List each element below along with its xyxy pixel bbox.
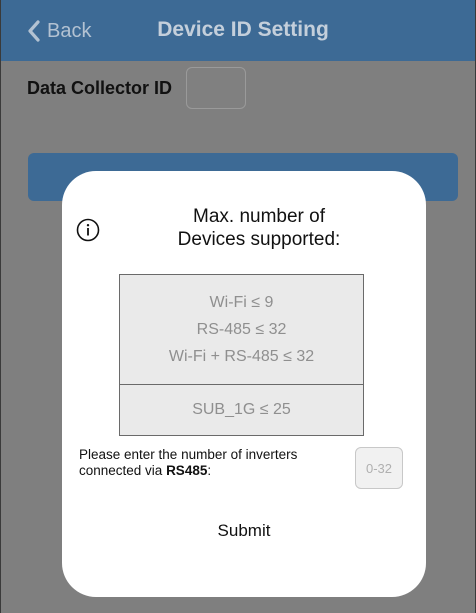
rs485-count-input[interactable]: [355, 447, 403, 489]
submit-button[interactable]: Submit: [162, 517, 326, 545]
rs485-prompt-suffix: :: [207, 463, 212, 478]
dialog-title-line2: Devices supported:: [177, 229, 341, 250]
limits-table: Wi-Fi ≤ 9 RS-485 ≤ 32 Wi-Fi + RS-485 ≤ 3…: [119, 274, 364, 436]
limits-wired-wifi: Wi-Fi ≤ 9 RS-485 ≤ 32 Wi-Fi + RS-485 ≤ 3…: [120, 275, 363, 385]
limit-wifi: Wi-Fi ≤ 9: [209, 294, 274, 311]
limits-sub1g: SUB_1G ≤ 25: [120, 385, 363, 435]
dialog-title: Max. number of Devices supported:: [147, 205, 371, 251]
data-collector-id-input[interactable]: [186, 67, 246, 109]
limit-rs485: RS-485 ≤ 32: [196, 321, 287, 338]
data-collector-id-label: Data Collector ID: [27, 78, 173, 98]
dialog-title-line1: Max. number of: [193, 206, 325, 227]
page-title: Device ID Setting: [157, 18, 329, 41]
limit-combined: Wi-Fi + RS-485 ≤ 32: [168, 348, 315, 365]
info-circle-icon: [76, 218, 100, 242]
limit-sub1g: SUB_1G ≤ 25: [192, 401, 291, 418]
rs485-prompt: Please enter the number of inverters con…: [79, 447, 349, 479]
nav-header: Back Device ID Setting: [1, 0, 475, 61]
device-limit-dialog: Max. number of Devices supported: Wi-Fi …: [62, 171, 426, 597]
rs485-prompt-bold: RS485: [166, 463, 208, 478]
